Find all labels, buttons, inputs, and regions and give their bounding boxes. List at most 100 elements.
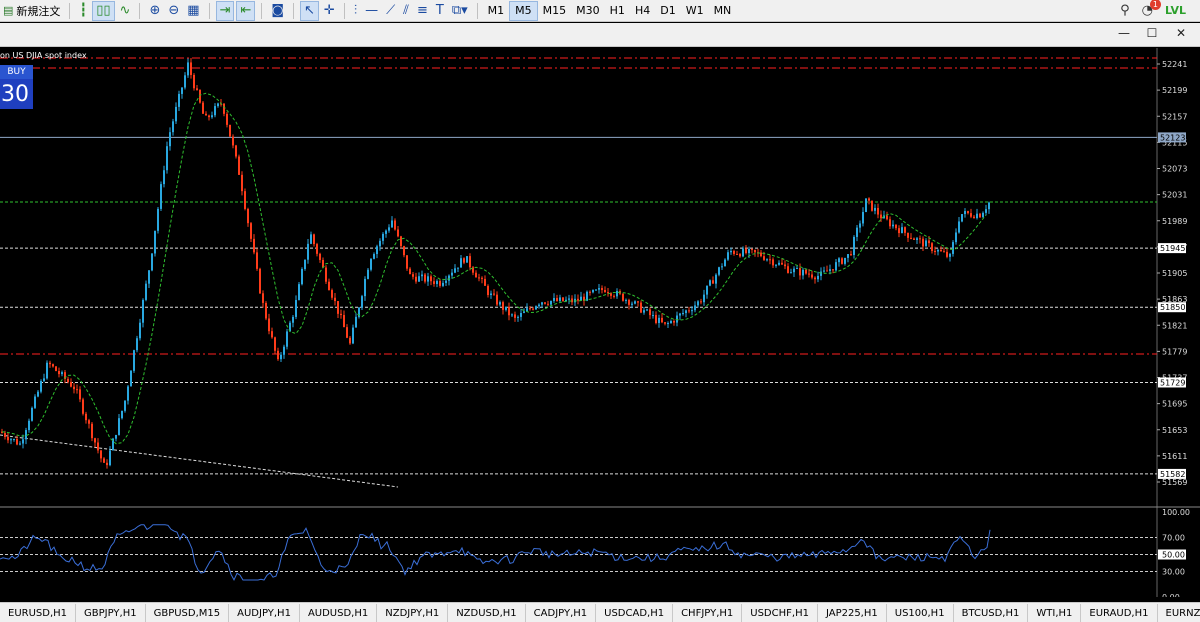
timeframe-m15[interactable]: M15: [538, 1, 572, 21]
candle-body: [490, 293, 492, 296]
candle-body: [739, 254, 741, 257]
candle-body: [238, 156, 240, 175]
candle-body: [439, 280, 441, 286]
chart-tab[interactable]: NZDJPY,H1: [377, 604, 449, 622]
chart-tab[interactable]: NZDUSD,H1: [448, 604, 526, 622]
screenshot-icon[interactable]: ◙: [268, 1, 287, 21]
chart-tab[interactable]: AUDUSD,H1: [300, 604, 378, 622]
timeframe-mn[interactable]: MN: [709, 1, 737, 21]
new-order-button[interactable]: ▤ 新規注文: [1, 1, 63, 21]
candle-body: [115, 434, 117, 439]
shapes-icon[interactable]: ⧉▾: [449, 1, 471, 21]
candle-body: [778, 262, 780, 265]
chart-tab[interactable]: EURAUD,H1: [1081, 604, 1158, 622]
timeframe-m1[interactable]: M1: [483, 1, 510, 21]
chart-tab[interactable]: WTI,H1: [1028, 604, 1082, 622]
trendline-icon[interactable]: ⟋: [383, 1, 398, 21]
chart-shift-icon[interactable]: ⇤: [236, 0, 256, 21]
candle-body: [520, 312, 522, 317]
candle-body: [691, 310, 693, 312]
timeframe-h1[interactable]: H1: [605, 1, 630, 21]
candle-body: [352, 327, 354, 344]
candle-body: [118, 418, 120, 435]
candle-body: [46, 362, 48, 379]
zoom-out-icon[interactable]: ⊖: [165, 1, 182, 21]
timeframe-d1[interactable]: D1: [655, 1, 680, 21]
candle-body: [49, 362, 51, 365]
candle-body: [52, 364, 54, 367]
candle-body: [424, 274, 426, 282]
candle-body: [865, 198, 867, 213]
grid-icon[interactable]: ▦: [184, 1, 202, 21]
chart-tab[interactable]: JAP225,H1: [818, 604, 887, 622]
close-icon[interactable]: ✕: [1172, 26, 1190, 40]
buy-price[interactable]: 30: [0, 79, 33, 109]
candle-body: [373, 254, 375, 259]
cursor-icon[interactable]: ↖: [300, 0, 319, 21]
candle-body: [121, 410, 123, 419]
candle-body: [109, 450, 111, 466]
timeframe-m5[interactable]: M5: [509, 0, 538, 21]
chart-tab[interactable]: EURUSD,H1: [0, 604, 77, 622]
price-chart[interactable]: 5224152199521575211552073520315198951947…: [0, 48, 1200, 602]
candle-body: [508, 306, 510, 316]
candle-body: [403, 246, 405, 256]
horizontal-line-icon[interactable]: —: [362, 1, 381, 21]
chart-tab[interactable]: GBPJPY,H1: [76, 604, 146, 622]
candle-body: [946, 251, 948, 257]
minimize-icon[interactable]: —: [1115, 26, 1133, 40]
candle-body: [553, 298, 555, 301]
chart-tab[interactable]: USDCAD,H1: [596, 604, 674, 622]
chart-tab[interactable]: US100,H1: [887, 604, 954, 622]
fibonacci-icon[interactable]: ≡: [414, 1, 431, 21]
candle-body: [817, 275, 819, 280]
crosshair-icon[interactable]: ✛: [321, 1, 338, 21]
candle-body: [457, 267, 459, 269]
chart-tabs: EURUSD,H1 GBPJPY,H1 GBPUSD,M15 AUDJPY,H1 AUD…: [0, 602, 1200, 622]
bar-chart-icon[interactable]: ┇: [76, 1, 90, 21]
candle-body: [97, 442, 99, 451]
candle-body: [91, 423, 93, 439]
buy-button[interactable]: BUY: [0, 65, 33, 79]
candle-body: [730, 250, 732, 253]
candle-body: [223, 103, 225, 114]
candle-body: [298, 284, 300, 301]
chart-tab[interactable]: CHFJPY,H1: [673, 604, 743, 622]
price-label: 51821: [1162, 321, 1187, 330]
candle-body: [529, 308, 531, 310]
candle-body: [931, 243, 933, 251]
channel-icon[interactable]: ⫽: [400, 1, 412, 21]
candle-body: [205, 113, 207, 116]
chart-tab[interactable]: EURNZD,M15: [1158, 604, 1200, 622]
zoom-in-icon[interactable]: ⊕: [146, 1, 163, 21]
search-icon[interactable]: ⚲: [1120, 3, 1130, 18]
candle-body: [247, 208, 249, 224]
chart-tab[interactable]: AUDJPY,H1: [229, 604, 300, 622]
candle-body: [265, 302, 267, 319]
auto-scroll-icon[interactable]: ⇥: [215, 0, 235, 21]
notifications-button[interactable]: ◔ 1: [1142, 0, 1161, 18]
line-chart-icon[interactable]: ∿: [117, 1, 134, 21]
candle-body: [790, 272, 792, 274]
candle-body: [499, 302, 501, 305]
chart-area[interactable]: 5224152199521575211552073520315198951947…: [0, 48, 1200, 602]
maximize-icon[interactable]: ☐: [1143, 26, 1161, 40]
candlestick-chart-icon[interactable]: ▯▯: [92, 0, 115, 21]
chart-tab[interactable]: BTCUSD,H1: [954, 604, 1029, 622]
timeframe-m30[interactable]: M30: [571, 1, 605, 21]
candle-body: [556, 298, 558, 301]
candle-body: [835, 262, 837, 271]
candle-body: [841, 258, 843, 264]
chart-tab[interactable]: USDCHF,H1: [742, 604, 818, 622]
chart-tab[interactable]: GBPUSD,M15: [146, 604, 230, 622]
timeframe-w1[interactable]: W1: [681, 1, 709, 21]
candle-body: [277, 350, 279, 360]
candle-body: [433, 281, 435, 284]
timeframe-h4[interactable]: H4: [630, 1, 655, 21]
candle-body: [502, 302, 504, 310]
text-tool-icon[interactable]: T: [433, 1, 447, 21]
candle-body: [505, 306, 507, 310]
candle-body: [718, 267, 720, 275]
chart-tab[interactable]: CADJPY,H1: [526, 604, 597, 622]
vertical-line-icon[interactable]: ⫶: [351, 1, 360, 21]
